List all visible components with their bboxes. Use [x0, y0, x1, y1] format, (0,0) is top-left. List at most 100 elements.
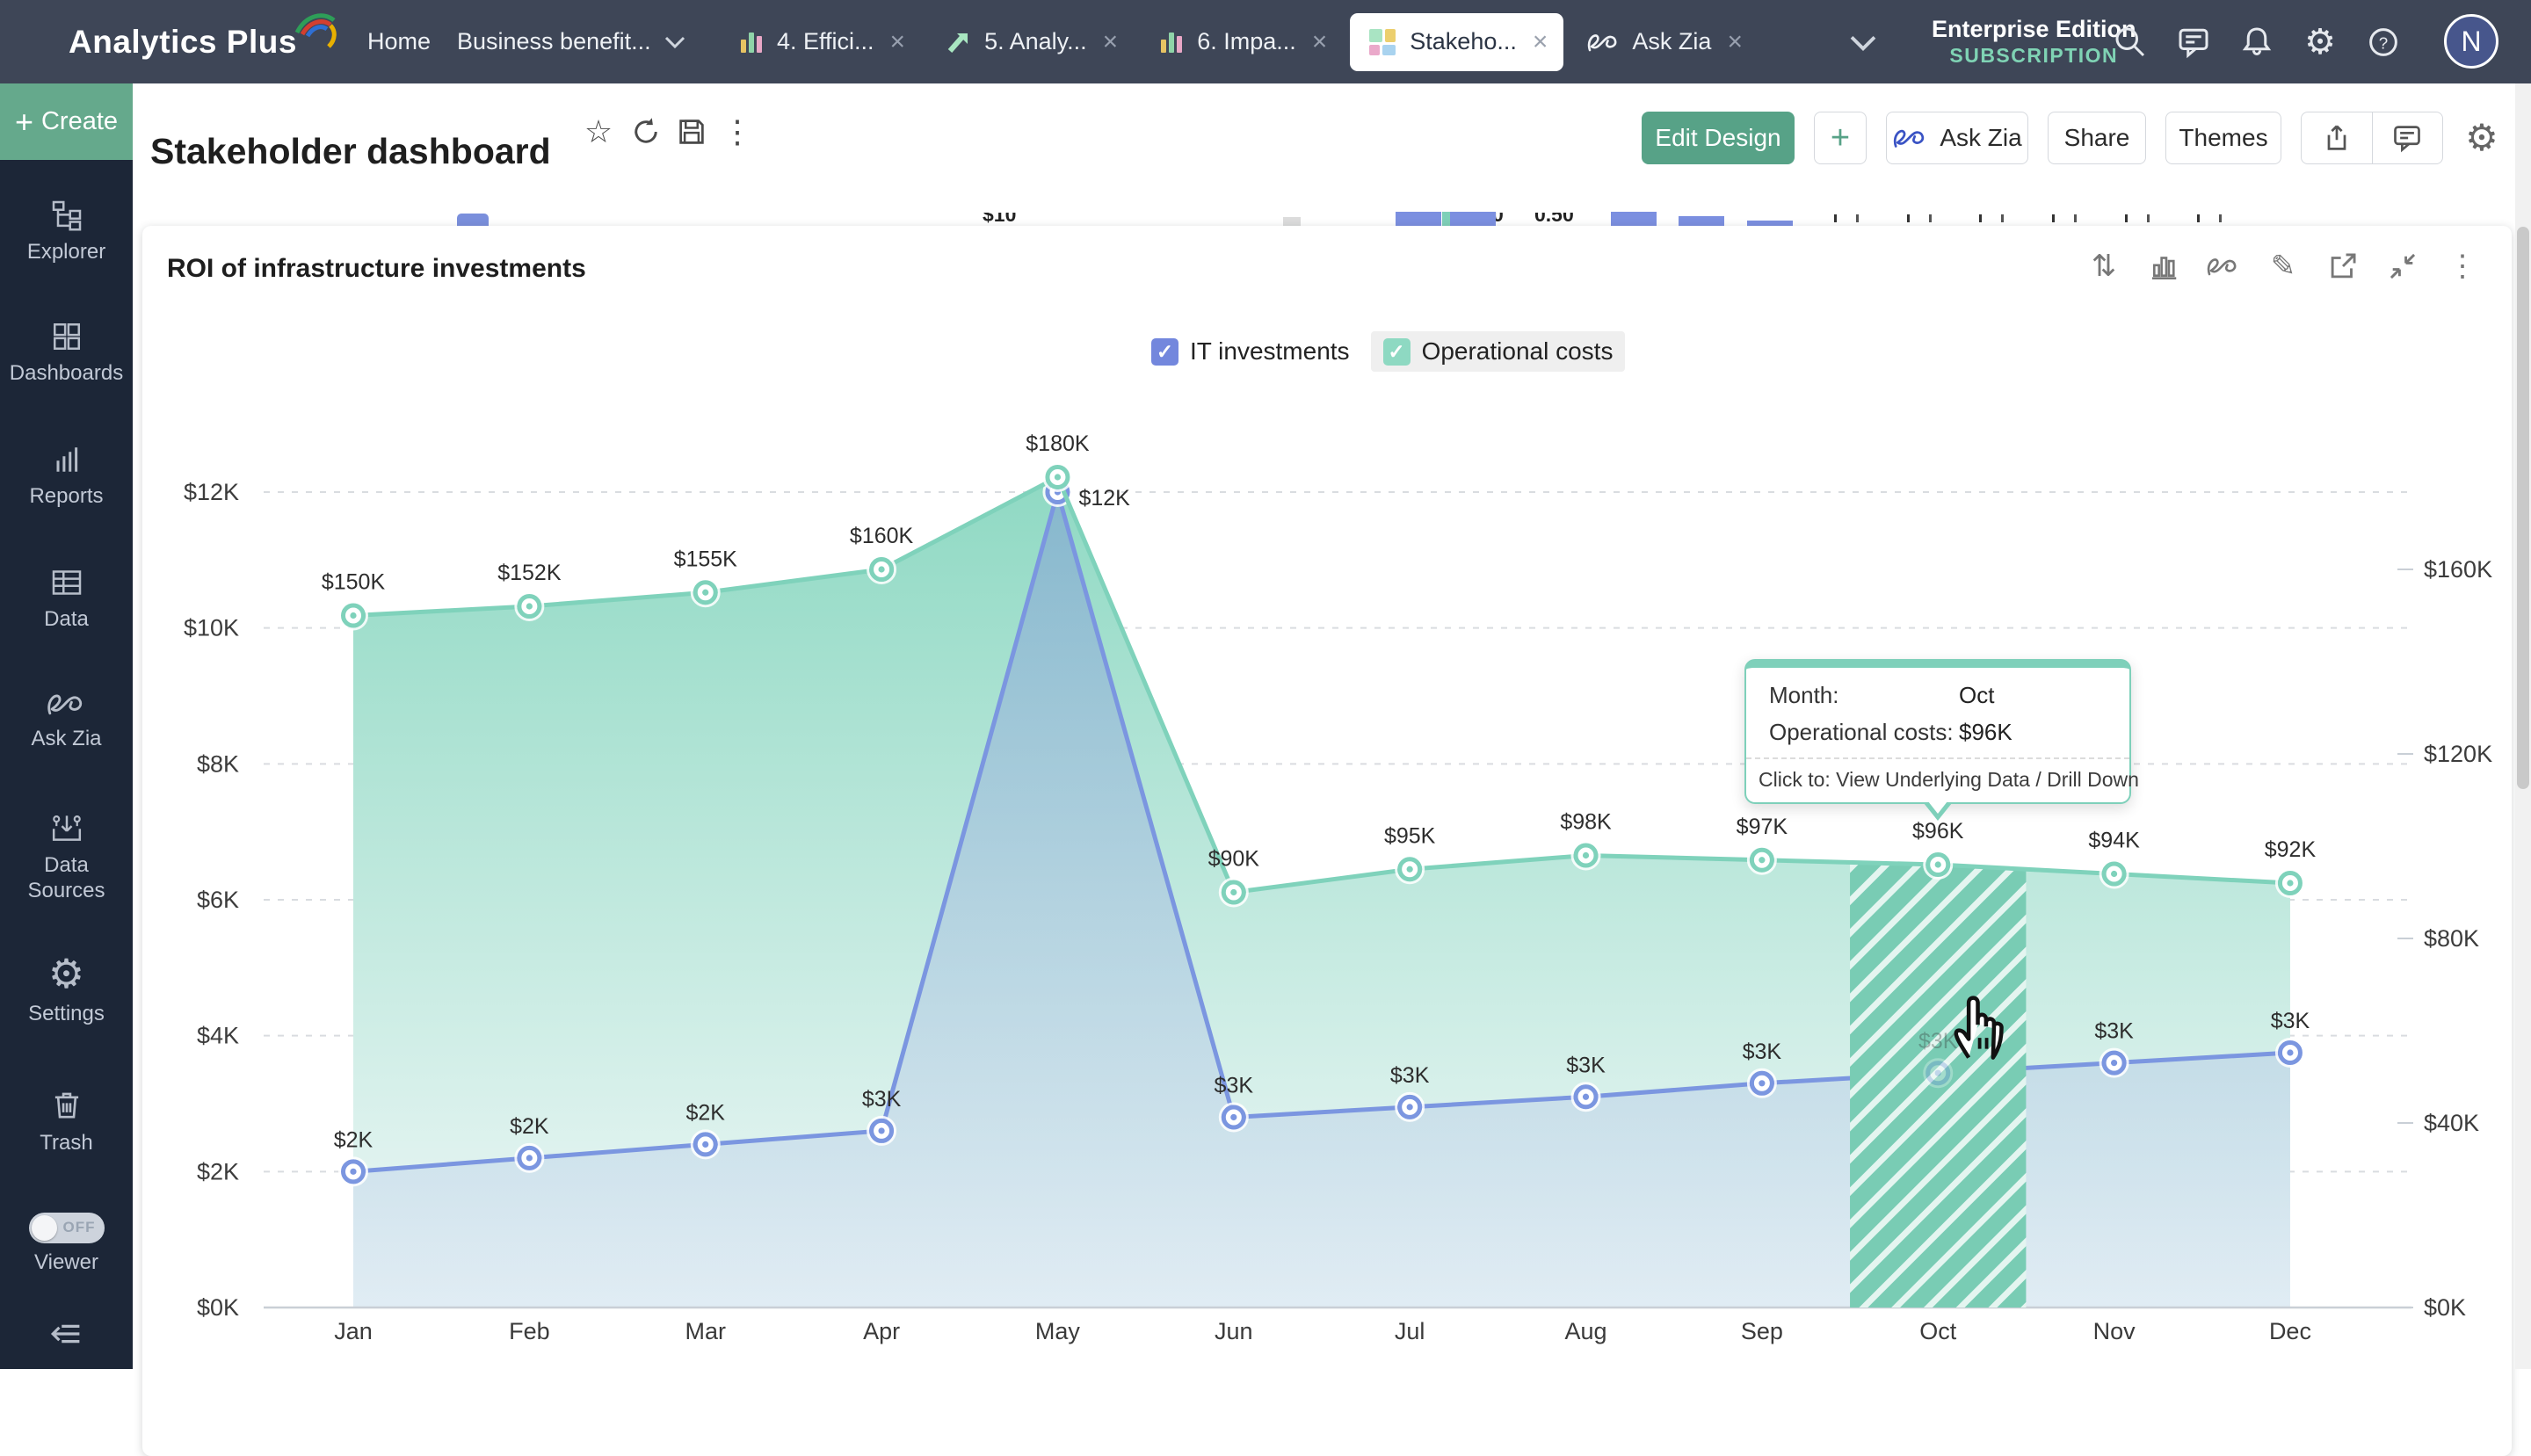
tab-overflow-chevron-icon[interactable] [1844, 0, 1882, 83]
favorite-star-icon[interactable]: ☆ [579, 105, 618, 158]
legend-item-it-investments[interactable]: ✓ IT investments [1139, 331, 1362, 372]
sidebar-item-label: Dashboards [10, 361, 123, 387]
save-icon[interactable] [672, 105, 711, 158]
chart-tooltip: Month: Oct Operational costs: $96K Click… [1744, 659, 2131, 804]
title-more-menu-icon[interactable]: ⋮ [718, 105, 757, 158]
tooltip-month-value: Oct [1959, 682, 1994, 709]
user-avatar[interactable]: N [2444, 14, 2498, 69]
tooltip-series-label: Operational costs: [1769, 719, 1959, 746]
cutoff-bar [1611, 212, 1657, 226]
cutoff-tick [1907, 214, 1932, 222]
widget-more-menu-icon[interactable]: ⋮ [2445, 247, 2480, 286]
sidebar-item-dashboards[interactable]: Dashboards [0, 319, 133, 387]
tab-4-effici-[interactable]: 4. Effici... × [721, 13, 921, 71]
cutoff-bar [1442, 212, 1450, 226]
edit-design-button[interactable]: Edit Design [1642, 112, 1795, 164]
sidebar-item-ask-zia[interactable]: Ask Zia [0, 688, 133, 752]
export-button[interactable] [2302, 122, 2372, 154]
app-logo[interactable]: Analytics Plus [69, 0, 337, 83]
reports-icon [47, 442, 86, 477]
settings-icon: ⚙ [48, 953, 84, 995]
legend-checkbox[interactable]: ✓ [1383, 338, 1411, 366]
close-tab-icon[interactable]: × [1312, 29, 1328, 55]
sidebar-item-settings[interactable]: ⚙ Settings [0, 953, 133, 1027]
close-tab-icon[interactable]: × [1727, 29, 1743, 55]
sidebar-item-data-sources[interactable]: Data Sources [0, 809, 133, 904]
sort-icon[interactable]: ⇅ [2086, 247, 2121, 286]
notifications-bell-icon[interactable] [2237, 0, 2276, 83]
cutoff-bar [1450, 212, 1496, 226]
zia-icon [46, 688, 88, 720]
page-header: Stakeholder dashboard ☆ ⋮ Edit Design + … [133, 83, 2531, 185]
tab-label: 4. Effici... [777, 28, 874, 55]
close-tab-icon[interactable]: × [1103, 29, 1119, 55]
sidebar-item-label: Data [44, 607, 89, 633]
page-scrollbar[interactable] [2515, 83, 2531, 1369]
refresh-icon[interactable] [627, 105, 665, 158]
trash-icon [48, 1087, 85, 1124]
zia-icon [1586, 29, 1621, 55]
sidebar-item-explorer[interactable]: Explorer [0, 198, 133, 265]
app-logo-text: Analytics Plus [69, 24, 297, 61]
tab-label: 6. Impa... [1197, 28, 1296, 55]
nav-workspace-menu[interactable]: Business benefit... [457, 0, 686, 83]
cutoff-bar [1679, 216, 1724, 226]
edition-badge: Enterprise Edition SUBSCRIPTION [1932, 0, 2136, 83]
zia-insights-icon[interactable] [2206, 247, 2241, 286]
tab-ask-zia[interactable]: Ask Zia× [1570, 13, 1759, 71]
legend-label: Operational costs [1422, 337, 1614, 366]
feedback-icon[interactable] [2174, 0, 2213, 83]
bar-chart-icon [1157, 27, 1186, 57]
search-icon[interactable] [2111, 0, 2150, 83]
tab-stakeho-[interactable]: Stakeho...× [1350, 13, 1563, 71]
comments-button[interactable] [2373, 122, 2443, 154]
ask-zia-button[interactable]: Ask Zia [1886, 112, 2028, 164]
sidebar-item-viewer[interactable]: OFF Viewer [0, 1213, 133, 1276]
sidebar-item-data[interactable]: Data [0, 565, 133, 633]
chart-type-icon[interactable] [2146, 247, 2181, 286]
scrollbar-thumb[interactable] [2517, 227, 2529, 789]
cutoff-tick [2052, 214, 2077, 222]
cutoff-widget-text: $10 [983, 213, 1044, 226]
cutoff-tick [1834, 214, 1859, 222]
tab-strip: 4. Effici...×5. Analy...×6. Impa...×Stak… [721, 0, 1759, 83]
data-icon [47, 565, 86, 600]
dashboard-settings-gear-icon[interactable]: ⚙ [2462, 112, 2501, 164]
themes-button[interactable]: Themes [2165, 112, 2281, 164]
legend-label: IT investments [1190, 337, 1350, 366]
share-button[interactable]: Share [2048, 112, 2146, 164]
plus-icon: + [1831, 121, 1850, 155]
edit-pencil-icon[interactable]: ✎ [2266, 247, 2301, 286]
comment-icon [2391, 122, 2423, 154]
tooltip-month-label: Month: [1769, 682, 1959, 709]
sidebar-item-label: Explorer [27, 240, 105, 265]
collapse-widget-icon[interactable] [2385, 247, 2420, 286]
settings-gear-icon[interactable]: ⚙ [2301, 0, 2339, 83]
sidebar-item-reports[interactable]: Reports [0, 442, 133, 510]
sidebar-item-label: Settings [28, 1002, 105, 1027]
sidebar-item-label: Trash [40, 1131, 92, 1156]
nav-home[interactable]: Home [367, 0, 431, 83]
tab-6-impa-[interactable]: 6. Impa... × [1141, 13, 1343, 71]
viewer-toggle[interactable]: OFF [29, 1213, 105, 1243]
tab-5-analy-[interactable]: 5. Analy...× [928, 13, 1134, 71]
help-icon[interactable]: ? [2364, 0, 2403, 83]
cutoff-tick [2125, 214, 2150, 222]
dashboard-grid-icon [1366, 25, 1399, 59]
legend-checkbox[interactable]: ✓ [1151, 338, 1178, 366]
tooltip-hint: Click to: View Underlying Data / Drill D… [1746, 757, 2129, 802]
close-tab-icon[interactable]: × [890, 29, 906, 55]
close-tab-icon[interactable]: × [1533, 29, 1548, 55]
dashboards-icon [47, 319, 86, 354]
subscription-label: SUBSCRIPTION [1949, 43, 2118, 69]
add-widget-button[interactable]: + [1814, 112, 1867, 164]
cutoff-widget-icon [457, 214, 489, 226]
legend-item-operational-costs[interactable]: ✓ Operational costs [1371, 331, 1626, 372]
header-icon-group [2301, 112, 2443, 164]
open-in-new-icon[interactable] [2325, 247, 2361, 286]
sidebar-item-trash[interactable]: Trash [0, 1087, 133, 1156]
cutoff-widget-block [1283, 217, 1301, 226]
create-button[interactable]: + Create [0, 83, 133, 160]
sidebar-item-label: Reports [29, 484, 103, 510]
sidebar-collapse-button[interactable] [0, 1314, 133, 1354]
